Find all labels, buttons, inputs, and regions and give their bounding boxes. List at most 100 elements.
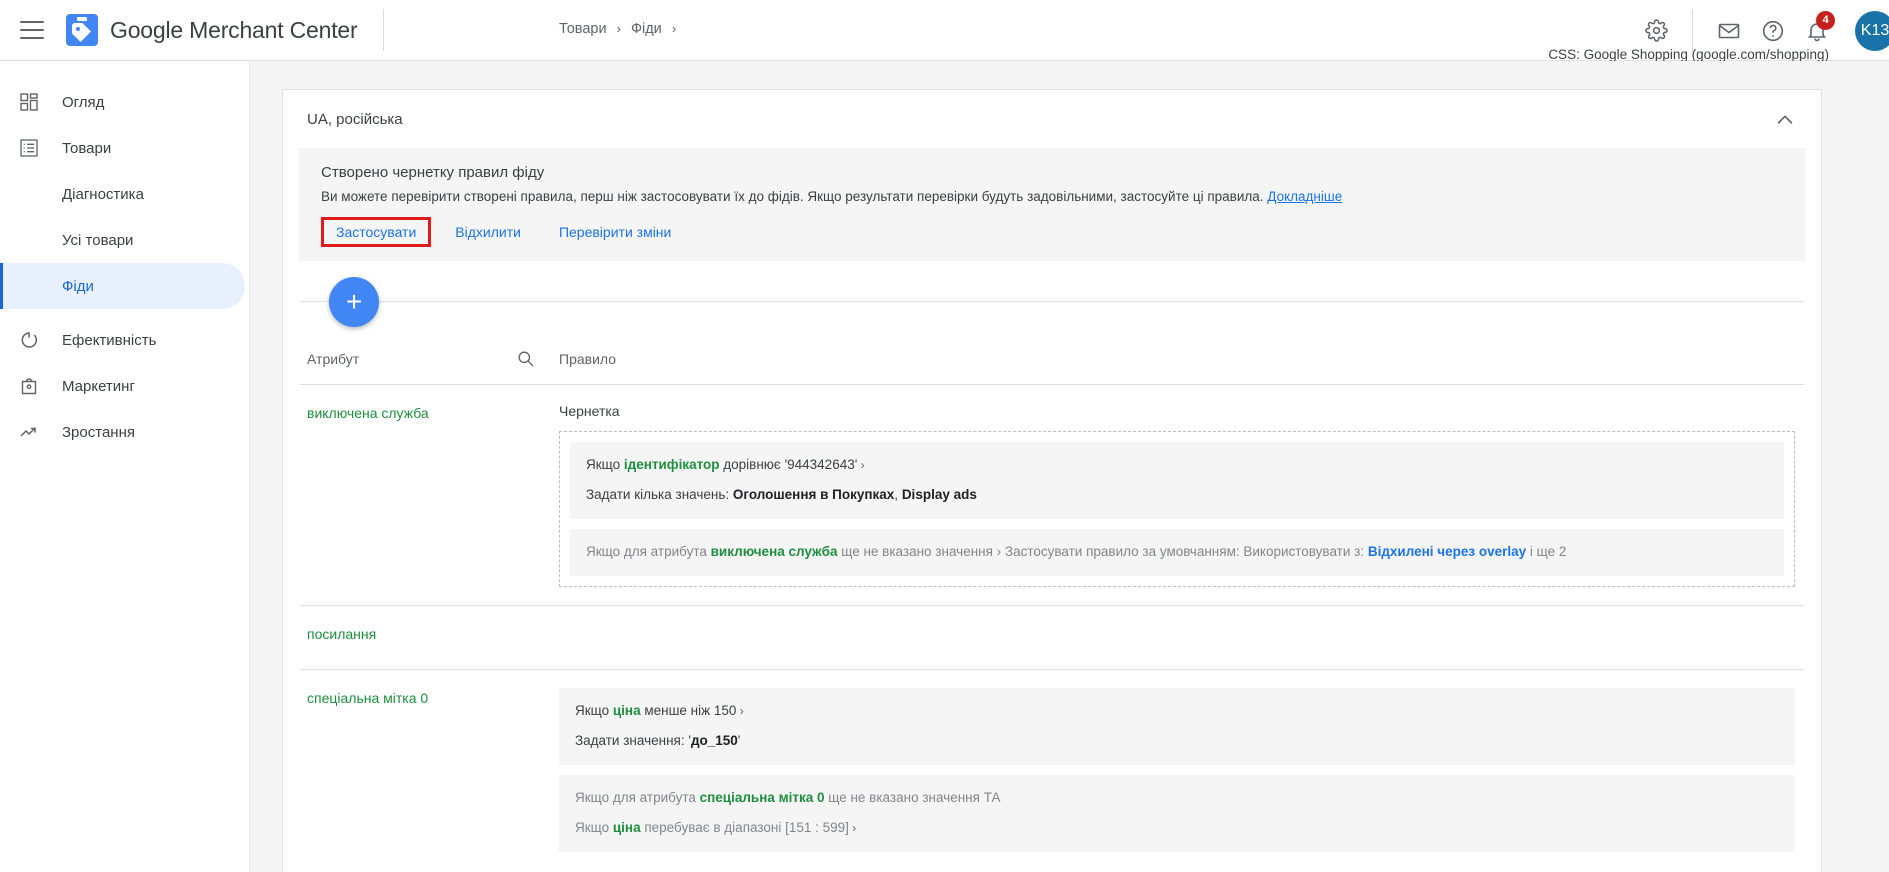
merchant-center-logo-icon [66, 14, 98, 46]
marketing-icon [18, 375, 40, 397]
reject-button[interactable]: Відхилити [445, 218, 531, 246]
avatar[interactable]: K13 [1855, 10, 1889, 51]
rule-box[interactable]: Якщо ідентифікатор дорівнює '944342643' … [570, 442, 1784, 520]
sidebar-item-growth[interactable]: Зростання [0, 409, 245, 455]
rule-text: ще не вказано значення ТА [824, 789, 1001, 805]
bell-icon[interactable]: 4 [1795, 9, 1839, 53]
default-rule-box[interactable]: Якщо для атрибута спеціальна мітка 0 ще … [559, 774, 1795, 852]
top-bar-actions: 4 CSS: Google Shopping (google.com/shopp… [1548, 0, 1889, 64]
cell-rule: Чернетка Якщо ідентифікатор дорівнює '944… [553, 385, 1805, 605]
cell-attribute[interactable]: посилання [299, 606, 553, 669]
rule-line: Якщо ідентифікатор дорівнює '944342643' … [586, 455, 1768, 476]
attribute-token: виключена служба [710, 544, 838, 560]
sidebar-item-feeds[interactable]: Фіди [0, 263, 245, 309]
table-row[interactable]: виключена служба Чернетка Якщо ідентифікат… [299, 385, 1805, 607]
check-changes-button[interactable]: Перевірити зміни [549, 218, 681, 246]
add-rule-row: + [299, 261, 1805, 333]
rule-line: Якщо ціна перебуває в діапазоні [151 : 5… [575, 818, 1779, 839]
search-icon[interactable] [516, 349, 535, 368]
breadcrumb-item-feeds[interactable]: Фіди [631, 21, 662, 37]
sidebar-item-overview[interactable]: Огляд [0, 79, 245, 125]
rule-text: Якщо [575, 819, 613, 835]
chevron-right-icon: › [616, 21, 621, 36]
cell-rule [553, 606, 1805, 669]
sidebar-item-label: Діагностика [62, 185, 144, 203]
rule-text: ще не вказано значення › Застосувати пра… [837, 544, 1368, 560]
notice-body: Ви можете перевірити створені правила, п… [321, 187, 1783, 207]
rule-text: Задати значення: ' [575, 732, 691, 748]
main-content: UA, російська Створено чернетку правил ф… [250, 61, 1889, 872]
rule-line: Якщо для атрибута виключена служба ще не… [586, 542, 1768, 563]
dashboard-icon [18, 91, 40, 113]
cell-attribute[interactable]: виключена служба [299, 385, 553, 605]
sidebar-item-diagnostics[interactable]: Діагностика [0, 171, 245, 217]
rule-text: › [736, 704, 744, 719]
list-icon [18, 137, 40, 159]
rule-text: Якщо [575, 703, 613, 719]
brand[interactable]: Google Merchant Center [66, 14, 358, 46]
sidebar-item-marketing[interactable]: Маркетинг [0, 363, 245, 409]
default-rule-box[interactable]: Якщо для атрибута виключена служба ще не… [570, 529, 1784, 577]
rule-text: Display ads [901, 487, 977, 503]
attribute-token: ідентифікатор [623, 457, 720, 473]
card-title: UA, російська [307, 110, 403, 128]
growth-icon [18, 421, 40, 443]
sidebar-item-label: Товари [62, 139, 112, 157]
top-bar: Google Merchant Center Товари › Фіди › 4… [0, 0, 1889, 64]
brand-name: Google Merchant Center [110, 16, 358, 44]
notice-actions: Застосувати Відхилити Перевірити зміни [321, 217, 1783, 248]
rule-text: менше ніж 150 [640, 703, 737, 719]
feed-rules-card: UA, російська Створено чернетку правил ф… [282, 89, 1822, 872]
sidebar-item-products[interactable]: Товари [0, 125, 245, 171]
rule-value-link[interactable]: Відхилені через overlay [1368, 544, 1526, 559]
cell-rule: Якщо ціна менше ніж 150 › Задати значення… [553, 670, 1805, 870]
sidebar: Огляд Товари Діагностика Усі товари Фіди… [0, 61, 250, 872]
performance-icon [18, 329, 40, 351]
sidebar-item-label: Ефективність [62, 331, 157, 349]
chevron-right-icon-2: › [671, 21, 677, 36]
card-header: UA, російська [283, 90, 1821, 148]
rule-text: Оголошення в Покупках [732, 487, 895, 503]
mail-icon[interactable] [1707, 9, 1751, 53]
attribute-token: ціна [612, 819, 641, 835]
rule-text: Задати кілька значень: [586, 487, 733, 503]
brand-google: Google [110, 16, 183, 43]
notification-badge: 4 [1816, 10, 1835, 30]
rules-table: Атрибут Правило виключена служба Чернетка… [299, 333, 1805, 869]
attribute-token: спеціальна мітка 0 [699, 789, 825, 805]
table-row[interactable]: посилання [299, 606, 1805, 671]
sidebar-item-label: Зростання [62, 423, 135, 441]
rule-text: ' [737, 732, 741, 748]
sidebar-item-label: Маркетинг [62, 377, 135, 395]
rule-line: Задати кілька значень: Оголошення в Поку… [586, 485, 1768, 506]
gear-icon[interactable] [1634, 9, 1678, 53]
rule-line: Якщо ціна менше ніж 150 › [575, 701, 1779, 722]
chevron-up-icon[interactable] [1771, 106, 1799, 134]
sidebar-item-label: Усі товари [62, 231, 134, 249]
apply-button[interactable]: Застосувати [321, 217, 432, 248]
divider-2 [1692, 9, 1693, 52]
cell-attribute[interactable]: спеціальна мітка 0 [299, 670, 553, 870]
column-header-attribute: Атрибут [299, 351, 553, 367]
hamburger-icon[interactable] [20, 21, 44, 39]
notice-body-text: Ви можете перевірити створені правила, п… [321, 189, 1264, 204]
sidebar-item-label: Огляд [62, 93, 105, 111]
sidebar-item-all-products[interactable]: Усі товари [0, 217, 245, 263]
table-body: виключена служба Чернетка Якщо ідентифікат… [299, 385, 1805, 869]
add-rule-fab[interactable]: + [329, 277, 379, 328]
rule-text: Якщо для атрибута [586, 544, 711, 560]
rule-text: Якщо для атрибута [575, 789, 700, 805]
learn-more-link[interactable]: Докладніше [1267, 189, 1342, 204]
breadcrumb-item-products[interactable]: Товари [559, 21, 607, 37]
rule-box[interactable]: Якщо ціна менше ніж 150 › Задати значення… [559, 688, 1795, 765]
table-row[interactable]: спеціальна мітка 0 Якщо ціна менше ніж 15… [299, 670, 1805, 870]
sidebar-item-performance[interactable]: Ефективність [0, 317, 245, 363]
rule-text: перебуває в діапазоні [151 : 599] [640, 819, 849, 835]
rule-text: , [894, 487, 902, 503]
breadcrumb: Товари › Фіди › [559, 21, 682, 37]
divider-line [299, 301, 1805, 303]
divider [383, 9, 385, 51]
rule-text: Якщо [586, 457, 624, 473]
draft-rule-container: Якщо ідентифікатор дорівнює '944342643' … [559, 431, 1795, 588]
help-icon[interactable] [1751, 9, 1795, 53]
